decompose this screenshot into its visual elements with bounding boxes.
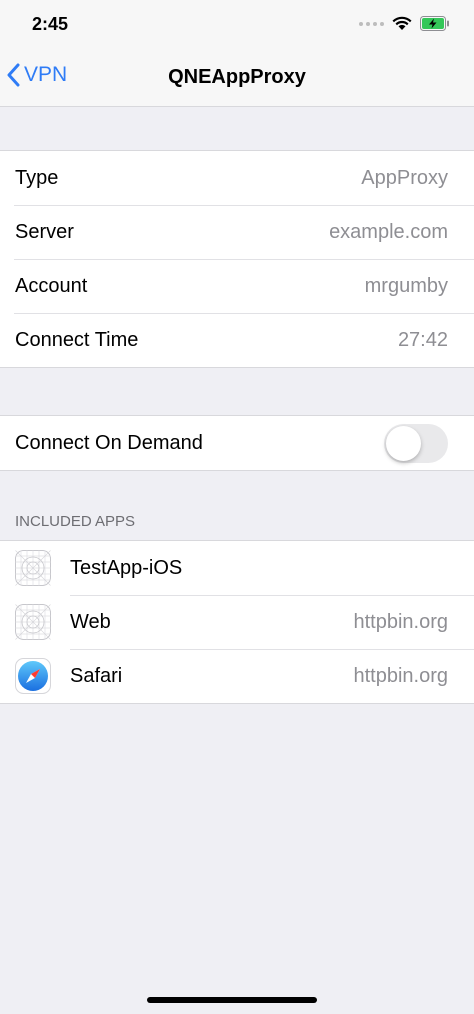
wifi-icon (392, 16, 412, 30)
connect-on-demand-label: Connect On Demand (15, 431, 203, 454)
on-demand-group: Connect On Demand (0, 415, 474, 471)
app-domain: httpbin.org (353, 664, 448, 687)
cellular-signal-icon (359, 21, 384, 26)
type-row: Type AppProxy (0, 151, 474, 205)
navigation-bar: VPN QNEAppProxy (0, 50, 474, 107)
connect-on-demand-toggle[interactable] (384, 424, 448, 463)
app-row-testapp[interactable]: TestApp-iOS (0, 541, 474, 595)
server-value: example.com (329, 220, 448, 243)
home-indicator[interactable] (147, 997, 317, 1003)
status-bar: 2:45 (0, 0, 474, 50)
connect-time-value: 27:42 (397, 328, 448, 351)
account-row: Account mrgumby (0, 259, 474, 313)
account-value: mrgumby (364, 274, 448, 297)
app-name: Safari (70, 664, 123, 687)
connect-time-row: Connect Time 27:42 (0, 313, 474, 367)
connect-on-demand-row: Connect On Demand (0, 416, 474, 470)
connect-time-label: Connect Time (15, 328, 139, 351)
app-domain: httpbin.org (353, 610, 448, 633)
page-title: QNEAppProxy (168, 66, 306, 88)
toggle-knob (386, 426, 421, 461)
app-name: Web (70, 610, 111, 633)
safari-icon (15, 658, 51, 694)
status-icons (359, 16, 450, 31)
server-label: Server (15, 220, 74, 243)
battery-charging-icon (420, 16, 449, 31)
type-value: AppProxy (361, 166, 448, 189)
status-time: 2:45 (32, 14, 69, 34)
vpn-info-group: Type AppProxy Server example.com Account… (0, 150, 474, 368)
type-label: Type (15, 166, 59, 189)
account-label: Account (15, 274, 88, 297)
app-row-web[interactable]: Web httpbin.org (0, 595, 474, 649)
app-row-safari[interactable]: Safari httpbin.org (0, 649, 474, 703)
included-apps-group: TestApp-iOS Web httpbin.org Safari httpb… (0, 540, 474, 704)
placeholder-app-icon (15, 550, 51, 586)
included-apps-header: INCLUDED APPS (15, 513, 136, 530)
placeholder-app-icon (15, 604, 51, 640)
app-name: TestApp-iOS (70, 556, 183, 579)
server-row: Server example.com (0, 205, 474, 259)
